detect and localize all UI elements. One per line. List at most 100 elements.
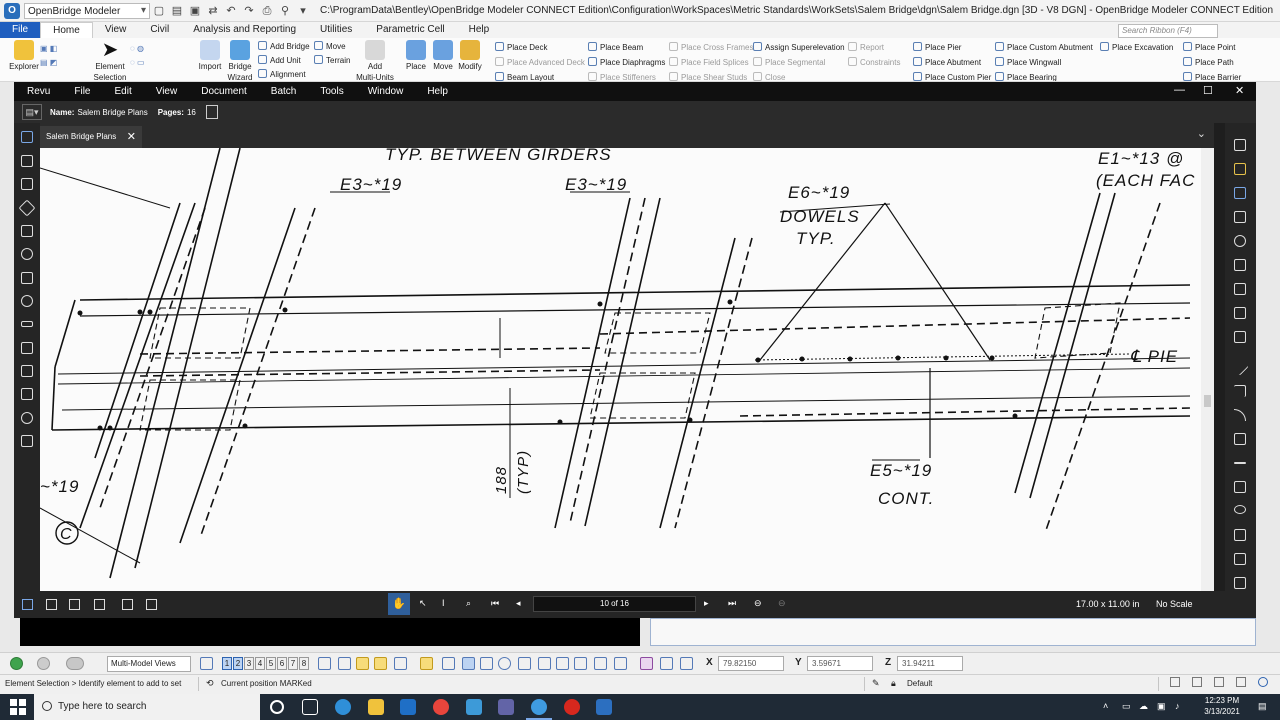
menu-edit[interactable]: Edit <box>102 86 143 97</box>
cortana-icon[interactable] <box>270 700 284 714</box>
arc-tool-icon[interactable] <box>538 657 551 670</box>
alignment-button[interactable]: Alignment <box>258 69 306 80</box>
comments-icon[interactable] <box>21 435 33 447</box>
place-wingwall-button[interactable]: Place Wingwall <box>995 57 1061 68</box>
add-unit-button[interactable]: Add Unit <box>258 55 301 66</box>
place-bearing-button[interactable]: Place Bearing <box>995 72 1057 81</box>
place-custom-abutment-button[interactable]: Place Custom Abutment <box>995 42 1093 53</box>
place-point-button[interactable]: Place Point <box>1183 42 1235 53</box>
thumbnails-icon[interactable] <box>21 131 33 143</box>
workflow-dropdown[interactable]: OpenBridge Modeler <box>24 2 150 19</box>
place-cross-frames-button[interactable]: Place Cross Frames <box>669 42 753 53</box>
forward-icon[interactable] <box>37 657 50 670</box>
tray-icon-3[interactable] <box>1214 677 1224 687</box>
open-file-icon[interactable]: ▤ <box>170 4 184 18</box>
callout-icon[interactable] <box>1234 259 1246 271</box>
measure-tool-icon[interactable] <box>594 657 607 670</box>
tray-icon-1[interactable] <box>1170 677 1180 687</box>
place-field-splices-button[interactable]: Place Field Splices <box>669 57 749 68</box>
arc-icon[interactable] <box>1234 409 1246 421</box>
view-1-button[interactable]: 1 <box>222 657 232 670</box>
arrow-icon[interactable] <box>1234 385 1246 397</box>
pattern-3-icon[interactable] <box>680 657 693 670</box>
volume-icon[interactable]: ♪ <box>1175 701 1180 711</box>
windows-start-icon[interactable] <box>10 699 26 715</box>
next-view-icon[interactable]: ⊖ <box>778 598 786 609</box>
undo-icon[interactable]: ↶ <box>224 4 238 18</box>
view-attributes-icon[interactable] <box>66 657 84 670</box>
pen-icon[interactable] <box>1234 187 1246 199</box>
menu-document[interactable]: Document <box>189 86 259 97</box>
menu-view[interactable]: View <box>144 86 190 97</box>
view-2-button[interactable]: 2 <box>233 657 243 670</box>
ribbon-search-input[interactable]: Search Ribbon (F4) <box>1118 24 1218 38</box>
multi-model-views-dropdown[interactable]: Multi-Model Views <box>107 656 191 672</box>
task-view-icon[interactable] <box>302 699 318 715</box>
place-path-button[interactable]: Place Path <box>1183 57 1234 68</box>
tab-salem-bridge-plans[interactable]: Salem Bridge Plans ✕ <box>40 126 142 148</box>
edit-icon[interactable] <box>21 342 33 354</box>
add-multi-units-button[interactable]: Add Multi-Units <box>353 40 397 81</box>
menu-batch[interactable]: Batch <box>259 86 309 97</box>
outlook-icon[interactable] <box>400 699 416 715</box>
measurements-icon[interactable] <box>21 321 33 327</box>
beam-layout-button[interactable]: Beam Layout <box>495 72 554 81</box>
chevron-down-icon[interactable]: ⌄ <box>1197 127 1206 140</box>
dimension-icon[interactable] <box>1234 462 1246 464</box>
single-page-icon[interactable] <box>46 599 57 610</box>
tray-icon-4[interactable] <box>1236 677 1246 687</box>
x-coordinate-input[interactable]: 79.82150 <box>718 656 784 671</box>
sync-icon[interactable]: ⇄ <box>206 4 220 18</box>
zoom-icon[interactable]: ⌕ <box>466 598 471 609</box>
small-tools-icons[interactable]: ▣ ◧ ▤ ◩ <box>40 42 57 70</box>
pin-icon[interactable]: ⚲ <box>278 4 292 18</box>
monitor-icon[interactable]: ▣ <box>1157 701 1166 712</box>
previous-page-icon[interactable]: ◂ <box>516 598 521 609</box>
place-barrier-button[interactable]: Place Barrier <box>1183 72 1241 81</box>
view-4-button[interactable]: 4 <box>255 657 265 670</box>
signatures-icon[interactable] <box>21 248 33 260</box>
snap-mode-icon[interactable] <box>318 657 331 670</box>
add-bridge-button[interactable]: Add Bridge <box>258 41 310 52</box>
place-diaphragms-button[interactable]: Place Diaphragms <box>588 57 665 68</box>
tray-chevron-icon[interactable]: ˄ <box>1103 701 1108 711</box>
menu-revu[interactable]: Revu <box>14 86 62 97</box>
circle-tool-icon[interactable] <box>498 657 511 670</box>
tab-home[interactable]: Home <box>40 22 93 38</box>
tray-icon-2[interactable] <box>1192 677 1202 687</box>
tray-icon-5[interactable] <box>1258 677 1268 687</box>
menu-file[interactable]: File <box>62 86 102 97</box>
chrome-icon[interactable] <box>433 699 449 715</box>
vertical-scrollbar[interactable] <box>1201 148 1214 591</box>
page-number-field[interactable]: 10 of 16 <box>533 596 696 612</box>
view-3-button[interactable]: 3 <box>244 657 254 670</box>
back-icon[interactable] <box>10 657 23 670</box>
plot-icon[interactable]: ⎙ <box>260 4 274 18</box>
drawing-canvas[interactable]: TYP. BETWEEN GIRDERS E3~*19 E3~*19 E1~*1… <box>40 148 1201 591</box>
place-stiffeners-button[interactable]: Place Stiffeners <box>588 72 656 81</box>
tab-parametric-cell[interactable]: Parametric Cell <box>364 22 456 38</box>
tab-analysis-and-reporting[interactable]: Analysis and Reporting <box>181 22 308 38</box>
next-page-icon[interactable]: ▸ <box>704 598 709 609</box>
place-excavation-button[interactable]: Place Excavation <box>1100 42 1173 53</box>
system-clock[interactable]: 12:23 PM 3/13/2021 <box>1200 695 1244 717</box>
edge-icon[interactable] <box>335 699 351 715</box>
first-page-icon[interactable]: ⏮ <box>491 598 499 609</box>
openbridge-app-icon[interactable] <box>531 699 547 715</box>
document-info-icon[interactable] <box>205 105 218 119</box>
tab-view[interactable]: View <box>93 22 139 38</box>
minimize-button[interactable]: — <box>1174 84 1185 96</box>
tab-help[interactable]: Help <box>457 22 502 38</box>
toolchest-icon[interactable] <box>21 225 33 237</box>
tab-file[interactable]: File <box>0 22 41 38</box>
active-level[interactable]: Default <box>907 679 932 688</box>
new-file-icon[interactable]: ▢ <box>152 4 166 18</box>
tab-civil[interactable]: Civil <box>138 22 181 38</box>
tags-icon[interactable] <box>21 365 33 377</box>
taskbar-search-input[interactable]: Type here to search <box>34 694 260 720</box>
line-tool-icon[interactable] <box>442 657 455 670</box>
menu-tools[interactable]: Tools <box>308 86 355 97</box>
previous-view-icon[interactable]: ⊖ <box>754 598 762 609</box>
accudraw-icon[interactable] <box>356 657 369 670</box>
tab-utilities[interactable]: Utilities <box>308 22 364 38</box>
